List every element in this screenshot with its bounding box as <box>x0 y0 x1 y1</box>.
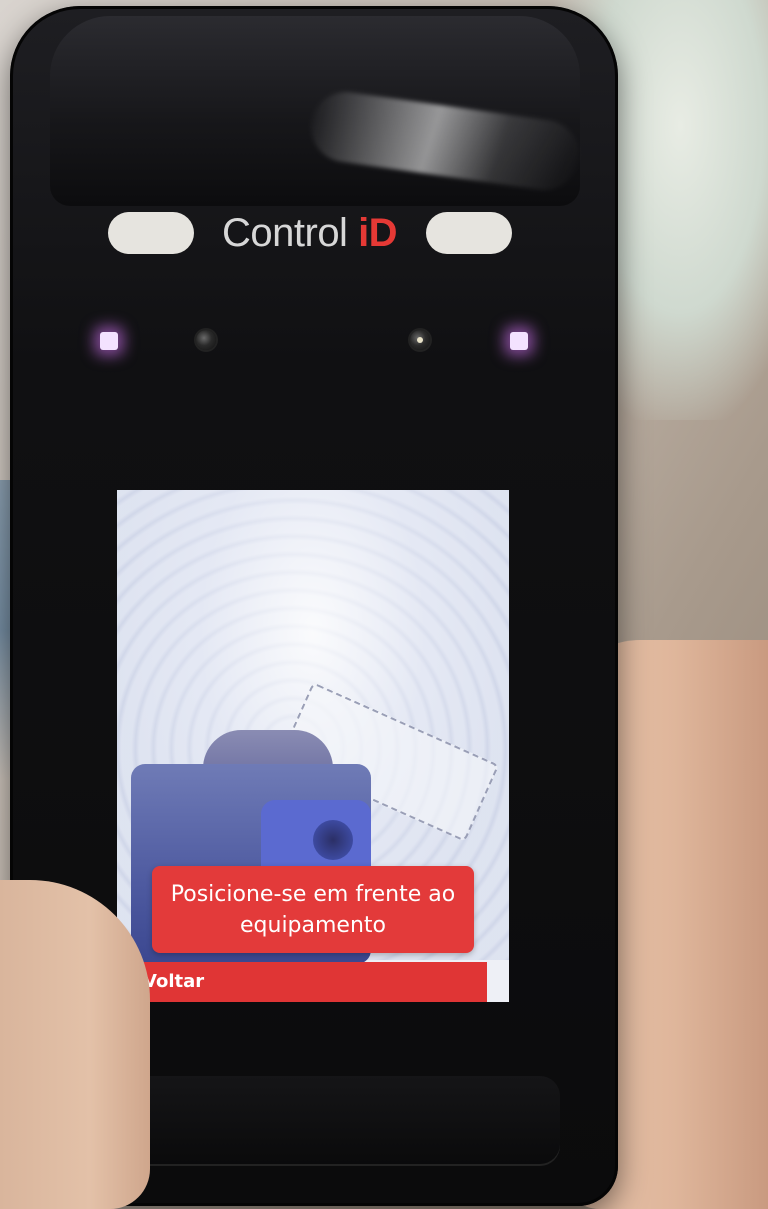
left-hand <box>0 880 150 1209</box>
brand-logo: Control iD <box>222 208 398 258</box>
ir-light-right <box>426 212 512 254</box>
face-position-prompt: Posicione-se em frente ao equipamento <box>152 866 474 953</box>
touch-screen: Posicione-se em frente ao equipamento Vo… <box>117 490 509 1002</box>
status-led-right <box>510 332 528 350</box>
camera-lens-right <box>410 330 430 350</box>
back-button-label: Voltar <box>143 971 205 992</box>
status-led-left <box>100 332 118 350</box>
ir-light-left <box>108 212 194 254</box>
prompt-message: Posicione-se em frente ao equipamento <box>170 881 456 938</box>
device-bottom-panel <box>80 1076 560 1166</box>
brand-logo-text: Control <box>222 211 359 255</box>
back-button[interactable]: Voltar <box>117 962 487 1002</box>
camera-lens-left <box>196 330 216 350</box>
brand-logo-accent: iD <box>358 211 398 255</box>
